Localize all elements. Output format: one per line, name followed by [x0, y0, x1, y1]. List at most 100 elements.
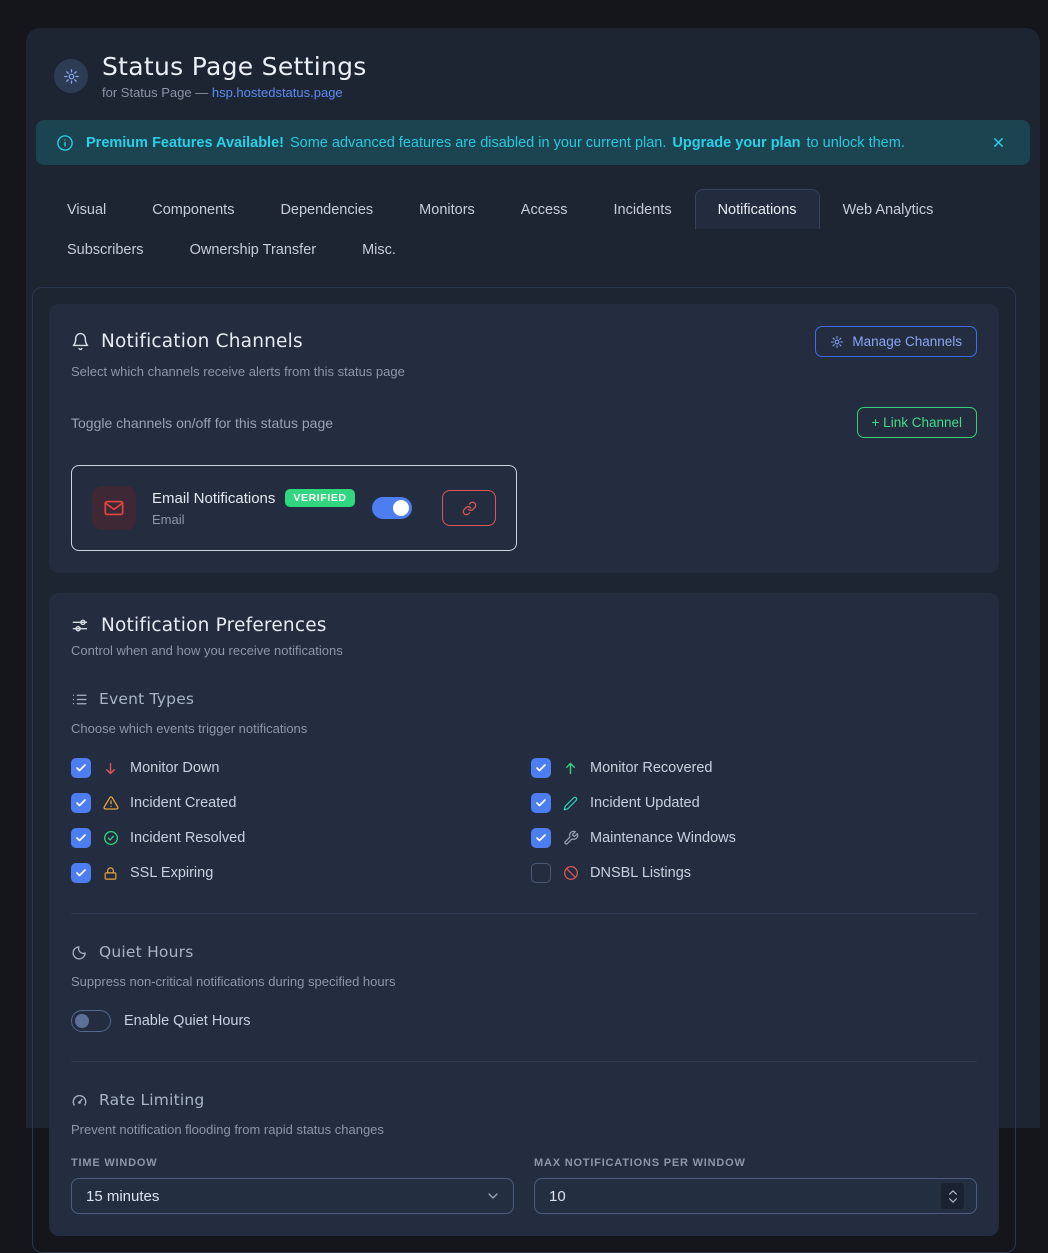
banner-title: Premium Features Available! — [86, 135, 284, 151]
channel-type: Email — [152, 512, 355, 527]
link-channel-button[interactable]: + Link Channel — [857, 407, 977, 438]
quiet-hours-title: Quiet Hours — [99, 943, 193, 961]
tab-access[interactable]: Access — [498, 189, 591, 229]
event-type-dnsbl-listings[interactable]: DNSBL Listings — [531, 862, 977, 884]
checkbox[interactable] — [71, 863, 91, 883]
gear-icon — [63, 68, 80, 85]
stepper-down-icon — [948, 1197, 958, 1204]
gauge-icon — [71, 1092, 88, 1109]
toggle-knob — [75, 1014, 89, 1028]
check-circle-icon — [102, 830, 119, 846]
event-type-label: Incident Created — [130, 795, 236, 811]
time-window-value: 15 minutes — [86, 1188, 159, 1205]
page-subtitle: for Status Page — — [102, 85, 212, 100]
event-type-label: SSL Expiring — [130, 865, 213, 881]
tab-ownership-transfer[interactable]: Ownership Transfer — [167, 229, 340, 269]
email-channel-toggle[interactable] — [372, 497, 412, 519]
chevron-down-icon — [485, 1188, 501, 1204]
rate-limiting-form: TIME WINDOW 15 minutes MAX NOTIFICATIONS… — [71, 1157, 977, 1214]
close-icon — [991, 135, 1006, 150]
number-stepper[interactable] — [941, 1183, 964, 1209]
email-channel-avatar — [92, 486, 136, 530]
event-type-monitor-recovered[interactable]: Monitor Recovered — [531, 757, 977, 779]
checkbox[interactable] — [531, 863, 551, 883]
mail-icon — [103, 497, 125, 519]
event-type-monitor-down[interactable]: Monitor Down — [71, 757, 531, 779]
banner-body: Some advanced features are disabled in y… — [290, 135, 666, 151]
event-type-ssl-expiring[interactable]: SSL Expiring — [71, 862, 531, 884]
arrow-up-icon — [562, 761, 579, 776]
ban-icon — [562, 865, 579, 881]
tab-subscribers[interactable]: Subscribers — [44, 229, 167, 269]
tab-web-analytics[interactable]: Web Analytics — [820, 189, 957, 229]
max-notifications-field[interactable] — [534, 1178, 977, 1214]
check-icon — [535, 762, 547, 774]
check-icon — [75, 832, 87, 844]
checkbox[interactable] — [71, 793, 91, 813]
status-page-link[interactable]: hsp.hostedstatus.page — [212, 85, 343, 100]
section-divider — [71, 1061, 977, 1062]
preferences-section-title: Notification Preferences — [101, 615, 327, 636]
unlink-channel-button[interactable] — [442, 490, 496, 526]
bell-icon — [71, 332, 90, 351]
event-type-label: Incident Updated — [590, 795, 700, 811]
arrow-down-icon — [102, 761, 119, 776]
tab-dependencies[interactable]: Dependencies — [257, 189, 396, 229]
time-window-select[interactable]: 15 minutes — [71, 1178, 514, 1214]
event-type-incident-updated[interactable]: Incident Updated — [531, 792, 977, 814]
link-icon — [462, 501, 477, 516]
event-types-grid: Monitor Down Monitor Recovered Incident … — [71, 757, 977, 884]
stepper-up-icon — [948, 1189, 958, 1196]
notifications-tab-content: Notification Channels Manage Channels Se… — [32, 287, 1016, 1253]
checkbox[interactable] — [531, 758, 551, 778]
channels-toggle-hint: Toggle channels on/off for this status p… — [71, 415, 333, 431]
rate-limiting-subtitle: Prevent notification flooding from rapid… — [71, 1122, 977, 1137]
notification-channels-card: Notification Channels Manage Channels Se… — [49, 304, 999, 573]
section-divider — [71, 913, 977, 914]
tab-components[interactable]: Components — [129, 189, 257, 229]
settings-tab-bar: Visual Components Dependencies Monitors … — [44, 189, 1030, 269]
moon-icon — [71, 944, 88, 961]
tab-incidents[interactable]: Incidents — [591, 189, 695, 229]
settings-gear-badge — [54, 59, 88, 93]
toggle-knob — [393, 500, 409, 516]
event-type-maintenance-windows[interactable]: Maintenance Windows — [531, 827, 977, 849]
tools-icon — [562, 830, 579, 846]
event-type-incident-created[interactable]: Incident Created — [71, 792, 531, 814]
checkbox[interactable] — [71, 828, 91, 848]
tab-misc[interactable]: Misc. — [339, 229, 419, 269]
list-icon — [71, 691, 88, 708]
premium-banner: Premium Features Available! Some advance… — [36, 120, 1030, 165]
email-channel-card: Email Notifications VERIFIED Email — [71, 465, 517, 551]
checkbox[interactable] — [531, 793, 551, 813]
channel-name: Email Notifications — [152, 490, 275, 507]
max-notifications-input[interactable] — [549, 1188, 941, 1205]
pencil-icon — [562, 796, 579, 811]
quiet-hours-toggle-label: Enable Quiet Hours — [124, 1013, 251, 1029]
check-icon — [75, 762, 87, 774]
check-icon — [75, 797, 87, 809]
quiet-hours-subtitle: Suppress non-critical notifications duri… — [71, 974, 977, 989]
checkbox[interactable] — [71, 758, 91, 778]
manage-channels-label: Manage Channels — [852, 334, 962, 349]
manage-channels-button[interactable]: Manage Channels — [815, 326, 977, 357]
tab-visual[interactable]: Visual — [44, 189, 129, 229]
event-type-label: DNSBL Listings — [590, 865, 691, 881]
tab-notifications[interactable]: Notifications — [695, 189, 820, 229]
quiet-hours-toggle[interactable] — [71, 1010, 111, 1032]
gear-icon — [830, 335, 844, 349]
check-icon — [535, 832, 547, 844]
tab-monitors[interactable]: Monitors — [396, 189, 498, 229]
banner-close-button[interactable] — [987, 131, 1010, 154]
checkbox[interactable] — [531, 828, 551, 848]
banner-suffix: to unlock them. — [807, 135, 905, 151]
page-title: Status Page Settings — [102, 52, 367, 81]
event-type-label: Monitor Recovered — [590, 760, 713, 776]
upgrade-plan-link[interactable]: Upgrade your plan — [672, 135, 800, 151]
channels-section-subtitle: Select which channels receive alerts fro… — [71, 364, 977, 379]
notification-preferences-card: Notification Preferences Control when an… — [49, 593, 999, 1236]
event-type-incident-resolved[interactable]: Incident Resolved — [71, 827, 531, 849]
settings-panel: Status Page Settings for Status Page — h… — [26, 28, 1040, 1128]
page-header: Status Page Settings for Status Page — h… — [26, 28, 1040, 116]
preferences-section-subtitle: Control when and how you receive notific… — [71, 643, 977, 658]
